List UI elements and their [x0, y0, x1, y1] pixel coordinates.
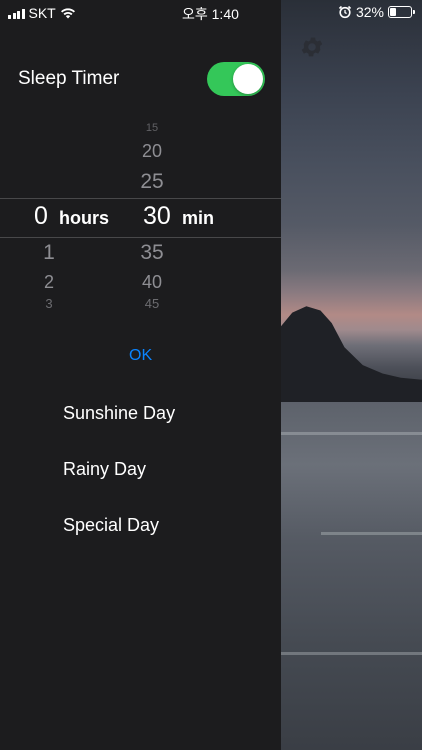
day-item-rainy[interactable]: Rainy Day	[63, 459, 146, 480]
toggle-knob	[233, 64, 263, 94]
alarm-icon	[338, 5, 352, 19]
status-time: 오후 1:40	[182, 6, 239, 22]
picker-hours-value[interactable]: 0	[34, 202, 48, 231]
ok-button[interactable]: OK	[129, 347, 152, 365]
picker-minute-option[interactable]: 45	[136, 296, 168, 311]
day-item-sunshine[interactable]: Sunshine Day	[63, 403, 175, 424]
battery-percent: 32%	[355, 4, 384, 20]
mountain-silhouette	[281, 306, 422, 405]
side-panel: Sleep Timer 15 20 25 0 hours 30 min 1 2 …	[0, 0, 281, 750]
carrier-label: SKT	[28, 5, 56, 21]
signal-icon	[8, 8, 25, 19]
gear-icon[interactable]	[299, 34, 325, 60]
picker-hours-option[interactable]: 1	[40, 241, 58, 265]
picker-hours-option[interactable]: 2	[40, 272, 58, 293]
sea	[281, 402, 422, 750]
battery-icon	[388, 6, 415, 18]
picker-minute-option[interactable]: 15	[138, 122, 166, 134]
picker-hours-unit: hours	[59, 208, 110, 228]
picker-minute-option[interactable]: 20	[134, 141, 170, 162]
wifi-icon	[60, 8, 75, 19]
sleep-timer-label: Sleep Timer	[18, 68, 120, 89]
day-item-special[interactable]: Special Day	[63, 515, 159, 536]
picker-minute-option[interactable]: 25	[134, 170, 170, 194]
status-bar: SKT 오후 1:40 32%	[0, 0, 422, 26]
time-picker[interactable]: 15 20 25 0 hours 30 min 1 2 3 35 40 45	[0, 118, 281, 316]
picker-minute-value[interactable]: 30	[143, 202, 171, 231]
sleep-timer-toggle[interactable]	[207, 62, 265, 96]
background-photo	[281, 0, 422, 750]
picker-minute-option[interactable]: 40	[134, 272, 170, 293]
picker-minute-unit: min	[182, 208, 215, 228]
picker-minute-option[interactable]: 35	[134, 241, 170, 265]
picker-hours-option[interactable]: 3	[42, 296, 56, 311]
